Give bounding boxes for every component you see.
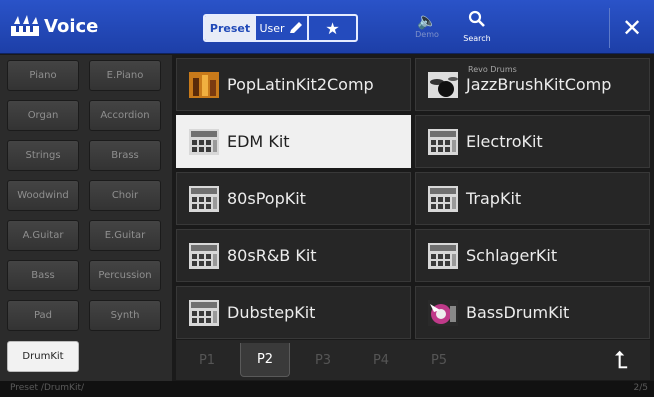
voice-item[interactable]: ElectroKit: [415, 115, 650, 168]
voice-list: PopLatinKit2Comp Revo Drums JazzBrushKit…: [176, 58, 650, 340]
status-bar: Preset /DrumKit/ 2/5: [0, 381, 654, 397]
voice-item[interactable]: BassDrumKit: [415, 286, 650, 339]
voice-item[interactable]: 80sPopKit: [176, 172, 411, 225]
category-a-guitar[interactable]: A.Guitar: [7, 220, 79, 251]
keyboard-voice-icon: [11, 15, 39, 36]
drum-machine-icon: [189, 185, 219, 212]
voice-source-tabs: Preset User ★: [203, 14, 358, 42]
category-piano[interactable]: Piano: [7, 60, 79, 91]
voice-name: BassDrumKit: [466, 303, 570, 322]
category-synth[interactable]: Synth: [89, 300, 161, 331]
page-tab-p5[interactable]: P5: [414, 343, 464, 377]
voice-name: TrapKit: [466, 189, 522, 208]
up-folder-icon: ⮤: [613, 346, 629, 374]
demo-label: Demo: [415, 30, 439, 39]
voice-item[interactable]: Revo Drums JazzBrushKitComp: [415, 58, 650, 111]
drum-machine-icon: [189, 242, 219, 269]
page-indicator: 2/5: [633, 383, 648, 393]
drum-machine-icon: [189, 128, 219, 155]
page-title: Voice: [44, 16, 99, 37]
tab-user[interactable]: User: [255, 16, 307, 40]
voice-name: PopLatinKit2Comp: [227, 75, 374, 94]
category-percussion[interactable]: Percussion: [89, 260, 161, 291]
tab-preset[interactable]: Preset: [205, 16, 255, 40]
pencil-icon: [289, 22, 302, 33]
voice-name: 80sPopKit: [227, 189, 306, 208]
search-button[interactable]: Search: [458, 10, 496, 43]
demo-button[interactable]: 🔈 Demo: [412, 11, 442, 40]
category-sidebar: Piano E.Piano Organ Accordion Strings Br…: [0, 55, 172, 381]
speaker-icon: 🔈: [417, 11, 437, 30]
voice-item-selected[interactable]: EDM Kit: [176, 115, 411, 168]
voice-item[interactable]: SchlagerKit: [415, 229, 650, 282]
voice-item[interactable]: 80sR&B Kit: [176, 229, 411, 282]
category-e-guitar[interactable]: E.Guitar: [89, 220, 161, 251]
voice-item[interactable]: PopLatinKit2Comp: [176, 58, 411, 111]
search-label: Search: [463, 34, 491, 43]
category-accordion[interactable]: Accordion: [89, 100, 161, 131]
voice-name: SchlagerKit: [466, 246, 558, 265]
voice-item[interactable]: DubstepKit: [176, 286, 411, 339]
drum-kit-icon: [428, 71, 458, 98]
drum-machine-icon: [428, 128, 458, 155]
page-tab-p3[interactable]: P3: [298, 343, 348, 377]
category-woodwind[interactable]: Woodwind: [7, 180, 79, 211]
category-bass[interactable]: Bass: [7, 260, 79, 291]
voice-subtitle: Revo Drums: [468, 65, 517, 74]
header-bar: Voice Preset User ★ 🔈 Demo Search ✕: [0, 0, 654, 54]
drum-machine-icon: [428, 242, 458, 269]
voice-name: DubstepKit: [227, 303, 316, 322]
voice-item[interactable]: TrapKit: [415, 172, 650, 225]
page-tab-p2[interactable]: P2: [240, 343, 290, 377]
latin-kit-icon: [189, 71, 219, 98]
up-folder-button[interactable]: ⮤: [596, 343, 646, 377]
drum-machine-icon: [428, 185, 458, 212]
close-icon: ✕: [621, 14, 643, 42]
category-pad[interactable]: Pad: [7, 300, 79, 331]
tab-favorite[interactable]: ★: [307, 16, 356, 40]
page-tabs: P1 P2 P3 P4 P5 ⮤: [176, 340, 650, 380]
category-choir[interactable]: Choir: [89, 180, 161, 211]
page-tab-p1[interactable]: P1: [182, 343, 232, 377]
category-brass[interactable]: Brass: [89, 140, 161, 171]
category-drumkit[interactable]: DrumKit: [7, 341, 79, 372]
drum-machine-icon: [189, 299, 219, 326]
voice-name: EDM Kit: [227, 132, 290, 151]
voice-name: JazzBrushKitComp: [466, 75, 612, 94]
close-button[interactable]: ✕: [609, 8, 654, 48]
star-icon: ★: [325, 18, 340, 38]
folder-path: Preset /DrumKit/: [10, 383, 85, 393]
voice-name: ElectroKit: [466, 132, 543, 151]
tab-user-label: User: [259, 21, 285, 35]
category-organ[interactable]: Organ: [7, 100, 79, 131]
page-tab-p4[interactable]: P4: [356, 343, 406, 377]
category-e-piano[interactable]: E.Piano: [89, 60, 161, 91]
search-icon: [468, 10, 485, 27]
voice-name: 80sR&B Kit: [227, 246, 317, 265]
bass-drum-icon: [428, 299, 458, 326]
category-strings[interactable]: Strings: [7, 140, 79, 171]
